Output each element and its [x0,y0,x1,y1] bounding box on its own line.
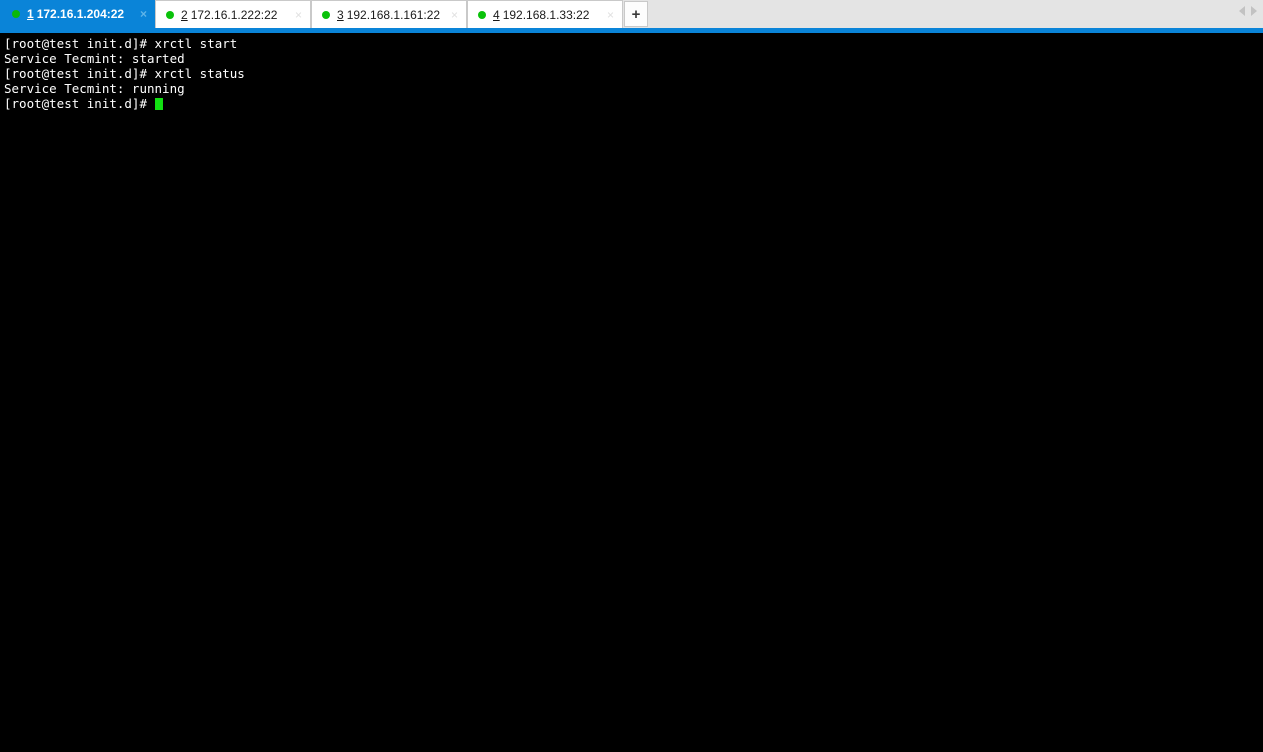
tab-label: 192.168.1.33:22 [502,7,590,22]
tab-number: 4 [493,7,500,22]
close-icon[interactable]: × [132,8,151,20]
tab-4[interactable]: 4 192.168.1.33:22 × [467,0,623,28]
text-cursor [154,98,163,110]
tab-strip: 1 172.16.1.204:22 × 2 172.16.1.222:22 × … [0,0,648,28]
green-dot-icon [166,10,174,19]
tab-1[interactable]: 1 172.16.1.204:22 × [0,0,155,28]
close-icon[interactable]: × [287,9,306,21]
green-dot-icon [12,10,20,18]
tab-number: 1 [27,7,34,21]
terminal-line: [root@test init.d]# xrctl start [4,36,238,51]
terminal-line: Service Tecmint: started [4,51,185,66]
prompt-text: [root@test init.d]# [4,96,155,111]
green-dot-icon [478,10,486,19]
tab-label: 172.16.1.204:22 [36,7,125,21]
close-icon[interactable]: × [443,9,462,21]
tab-scroll-controls [1239,6,1257,16]
close-icon[interactable]: × [599,9,618,21]
terminal-line: Service Tecmint: running [4,81,185,96]
triangle-left-icon[interactable] [1239,6,1245,16]
terminal-line: [root@test init.d]# xrctl status [4,66,245,81]
tab-2[interactable]: 2 172.16.1.222:22 × [155,0,311,28]
new-tab-button[interactable]: + [624,1,648,27]
tab-label: 172.16.1.222:22 [190,7,278,22]
terminal-output[interactable]: [root@test init.d]# xrctl start Service … [0,33,1263,752]
tab-3[interactable]: 3 192.168.1.161:22 × [311,0,467,28]
green-dot-icon [322,10,330,19]
tab-number: 2 [181,7,188,22]
tab-label: 192.168.1.161:22 [346,7,441,22]
terminal-prompt-line: [root@test init.d]# [4,96,1263,111]
triangle-right-icon[interactable] [1251,6,1257,16]
tab-number: 3 [337,7,344,22]
